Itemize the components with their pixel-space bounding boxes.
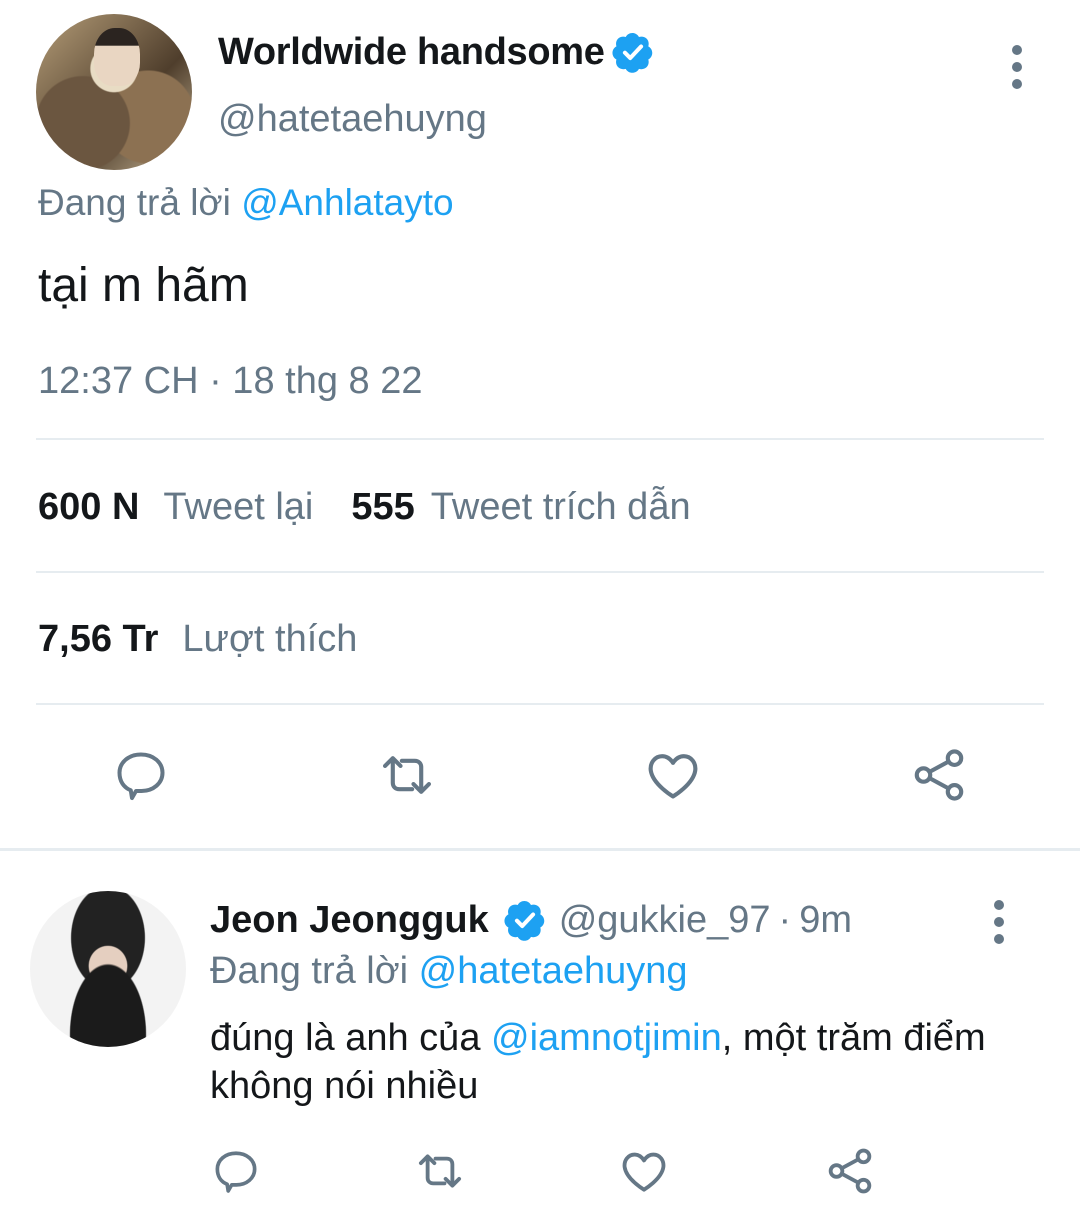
thread-separator xyxy=(0,848,1080,851)
reply-button[interactable] xyxy=(208,1144,264,1198)
divider xyxy=(36,703,1044,705)
verified-badge-icon xyxy=(612,33,652,73)
likes-label[interactable]: Lượt thích xyxy=(182,618,357,661)
more-options-icon[interactable] xyxy=(992,900,1006,951)
author-name-row: Worldwide handsome xyxy=(218,30,655,74)
tweet-text: tại m hãm xyxy=(38,259,249,312)
retweets-count[interactable]: 600 N xyxy=(38,486,139,529)
verified-badge-icon xyxy=(504,901,544,941)
reply-text: đúng là anh của @iamnotjimin, một trăm đ… xyxy=(210,1014,1010,1110)
divider xyxy=(36,571,1044,573)
reply-author-handle[interactable]: @gukkie_97 xyxy=(559,899,771,942)
share-button[interactable] xyxy=(906,742,972,808)
author-avatar[interactable] xyxy=(36,14,192,170)
like-icon xyxy=(622,1152,666,1192)
reply-author-avatar[interactable] xyxy=(30,891,186,1047)
author-handle[interactable]: @hatetaehuyng xyxy=(218,98,487,141)
likes-stats: 7,56 Tr Lượt thích xyxy=(38,618,395,661)
reply-text-part: đúng là anh của xyxy=(210,1017,492,1059)
retweet-quote-stats: 600 N Tweet lại 555 Tweet trích dẫn xyxy=(38,486,729,529)
tweet-detail-screen: Worldwide handsome @hatetaehuyng Đang tr… xyxy=(0,0,1080,1210)
replying-to-mention-link[interactable]: @hatetaehuyng xyxy=(419,950,688,992)
reply-button[interactable] xyxy=(108,742,174,808)
reply-replying-to: Đang trả lời @hatetaehuyng xyxy=(210,950,688,993)
like-icon xyxy=(648,754,698,799)
share-icon xyxy=(828,1148,872,1194)
likes-count[interactable]: 7,56 Tr xyxy=(38,618,158,661)
like-button[interactable] xyxy=(616,1144,672,1198)
reply-icon xyxy=(117,752,165,800)
replying-to-label: Đang trả lời xyxy=(210,950,409,992)
retweet-button[interactable] xyxy=(410,1144,470,1198)
share-button[interactable] xyxy=(822,1144,878,1198)
more-options-icon[interactable] xyxy=(1010,45,1024,96)
replying-to: Đang trả lời @Anhlatayto xyxy=(38,182,454,224)
divider xyxy=(36,438,1044,440)
share-icon xyxy=(914,749,964,801)
quotes-label[interactable]: Tweet trích dẫn xyxy=(431,486,691,529)
retweets-label[interactable]: Tweet lại xyxy=(163,486,313,529)
retweet-button[interactable] xyxy=(372,742,442,808)
replying-to-label: Đang trả lời xyxy=(38,182,231,223)
reply-header: Jeon Jeongguk @gukkie_97 · 9m xyxy=(210,898,852,942)
tweet-timestamp[interactable]: 12:37 CH · 18 thg 8 22 xyxy=(38,360,422,403)
author-display-name[interactable]: Worldwide handsome xyxy=(218,31,605,74)
like-button[interactable] xyxy=(640,742,706,808)
meta-separator: · xyxy=(778,898,792,941)
reply-author-display-name[interactable]: Jeon Jeongguk xyxy=(210,899,489,942)
retweet-icon xyxy=(418,1154,462,1188)
retweet-icon xyxy=(382,756,432,794)
reply-text-mention-link[interactable]: @iamnotjimin xyxy=(491,1017,722,1059)
reply-icon xyxy=(215,1151,257,1193)
quotes-count[interactable]: 555 xyxy=(351,486,414,529)
reply-time-ago[interactable]: 9m xyxy=(799,899,852,942)
replying-to-mention-link[interactable]: @Anhlatayto xyxy=(241,182,453,223)
